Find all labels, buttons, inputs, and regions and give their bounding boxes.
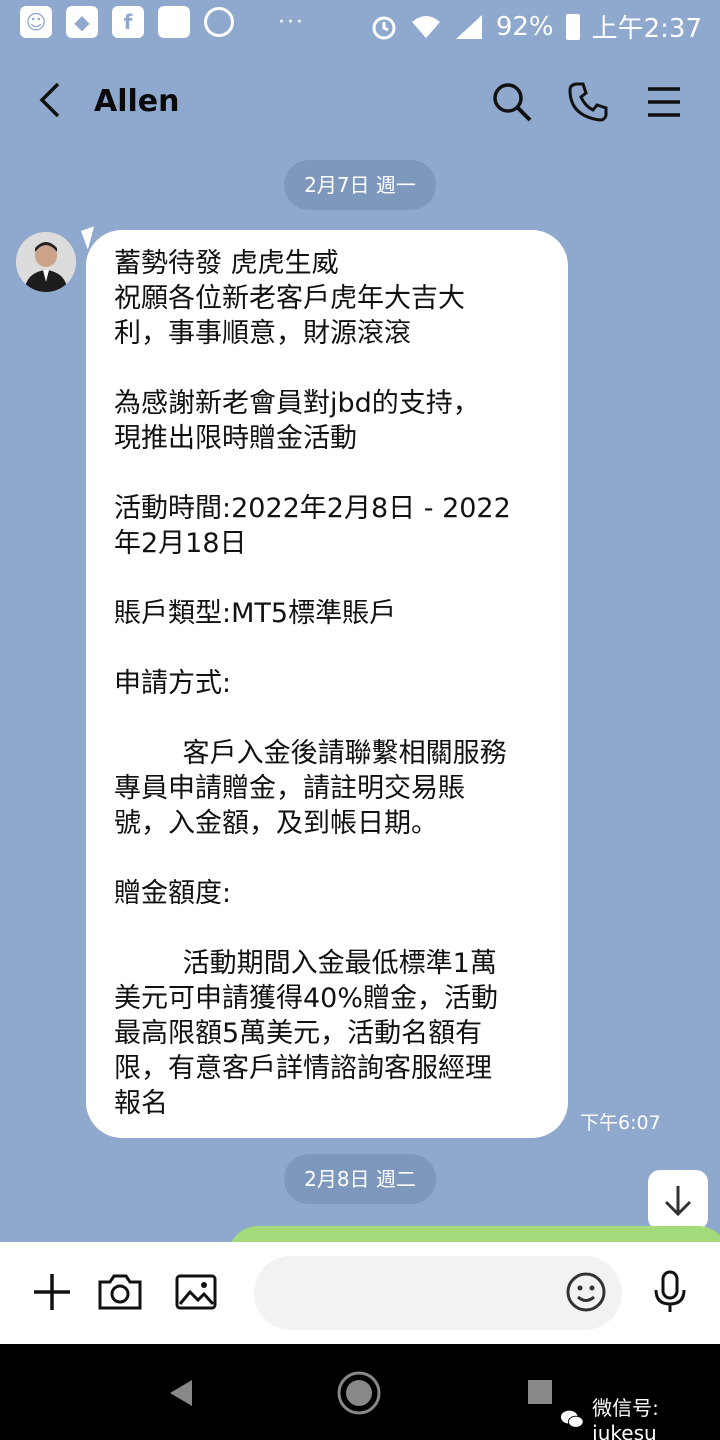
notification-icons: ☺ ◆ f ··· <box>20 6 305 38</box>
message-line <box>114 456 544 491</box>
message-line: 活動時間:2022年2月8日 - 2022 <box>114 493 511 524</box>
message-line: 賬戶類型:MT5標準賬戶 <box>114 598 397 629</box>
message-line: 現推出限時贈金活動 <box>114 423 357 454</box>
app-notification-icon: ◆ <box>66 6 98 38</box>
message-line <box>114 701 544 736</box>
status-bar: ☺ ◆ f ··· 92% 上午2:37 <box>0 0 720 50</box>
message-line: 限，有意客戶詳情諮詢客服經理 <box>114 1053 492 1084</box>
chat-area[interactable]: 2月7日 週一 蓄勢待發 虎虎生威 祝願各位新老客戶虎年大吉大 利，事事順意，財… <box>0 150 720 1242</box>
message-line: 號，入金額，及到帳日期。 <box>114 808 438 839</box>
emoji-icon[interactable] <box>562 1268 610 1316</box>
message-line: 申請方式: <box>114 668 232 699</box>
message-line: 利，事事順意，財源滾滾 <box>114 318 411 349</box>
search-icon[interactable] <box>490 80 534 124</box>
nav-back-icon[interactable] <box>166 1378 196 1408</box>
wechat-watermark: 微信号: jukesu <box>560 1392 720 1440</box>
message-line: 贈金額度: <box>114 878 232 909</box>
message-line <box>114 841 544 876</box>
more-notifications: ··· <box>278 9 305 35</box>
nav-recents-icon[interactable] <box>526 1378 554 1406</box>
input-bar <box>0 1242 720 1344</box>
signal-icon <box>455 14 482 39</box>
system-nav-bar: 微信号: jukesu <box>0 1344 720 1440</box>
message-line: 祝願各位新老客戶虎年大吉大 <box>114 283 465 314</box>
phone-icon[interactable] <box>566 80 610 124</box>
message-line: 專員申請贈金，請註明交易賬 <box>114 773 465 804</box>
date-separator: 2月7日 週一 <box>284 160 436 210</box>
avatar[interactable] <box>16 232 76 292</box>
image-icon[interactable] <box>172 1268 220 1316</box>
message-line: 年2月18日 <box>114 528 247 559</box>
app-notification-icon: ☺ <box>20 6 52 38</box>
alarm-icon <box>372 16 396 39</box>
plus-icon[interactable] <box>28 1268 76 1316</box>
facebook-icon: f <box>112 6 144 38</box>
scroll-down-button[interactable] <box>648 1170 708 1230</box>
battery-percent: 92% <box>495 11 554 42</box>
message-line: 最高限額5萬美元，活動名額有 <box>114 1018 483 1049</box>
message-line: 活動期間入金最低標準1萬 <box>114 948 497 979</box>
sent-message-bubble[interactable] <box>228 1226 720 1242</box>
date-separator: 2月8日 週二 <box>284 1154 436 1204</box>
arrow-down-icon <box>664 1186 692 1217</box>
clock: 上午2:37 <box>591 14 702 44</box>
message-bubble[interactable]: 蓄勢待發 虎虎生威 祝願各位新老客戶虎年大吉大 利，事事順意，財源滾滾 為感謝新… <box>86 230 568 1138</box>
wechat-id: 微信号: jukesu <box>592 1396 659 1440</box>
message-line: 蓄勢待發 虎虎生威 <box>114 248 339 279</box>
back-arrow-icon[interactable] <box>32 80 72 120</box>
contact-name: Allen <box>94 84 180 119</box>
message-timestamp: 下午6:07 <box>580 1112 661 1134</box>
microphone-icon[interactable] <box>646 1268 694 1316</box>
battery-icon <box>565 13 580 40</box>
chrome-icon <box>204 7 234 37</box>
message-line <box>114 911 544 946</box>
nav-home-icon[interactable] <box>336 1370 382 1416</box>
message-line <box>114 631 544 666</box>
message-line: 客戶入金後請聯繫相關服務 <box>114 738 507 769</box>
camera-icon[interactable] <box>96 1268 144 1316</box>
message-line <box>114 561 544 596</box>
wechat-icon <box>560 1410 584 1428</box>
message-line <box>114 351 544 386</box>
menu-icon[interactable] <box>642 80 686 124</box>
app-notification-icon <box>158 6 190 38</box>
system-icons: 92% 上午2:37 <box>370 8 702 45</box>
message-line: 美元可申請獲得40%贈金，活動 <box>114 983 499 1014</box>
wifi-icon <box>411 15 440 38</box>
message-line: 為感謝新老會員對jbd的支持， <box>114 388 480 419</box>
chat-header: Allen <box>0 50 720 150</box>
message-line: 報名 <box>114 1088 168 1119</box>
